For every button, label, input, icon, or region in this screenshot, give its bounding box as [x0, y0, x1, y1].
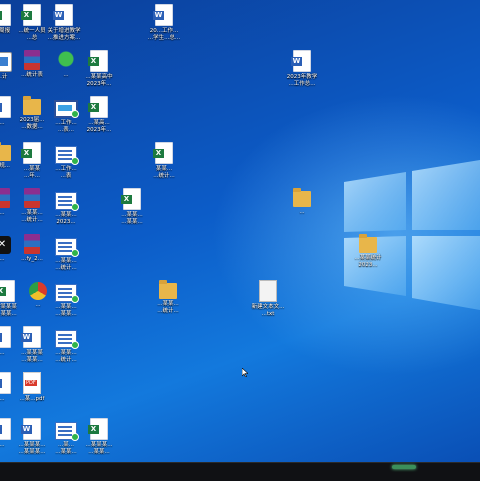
desktop-icon[interactable]: X ...某高... 2023年... — [75, 96, 123, 133]
desktop-icon[interactable]: ...某某... ...统计... — [42, 326, 90, 363]
desktop-screen: X...周报X...统一人员 ...总W关于增进教学 ...推进方案...W20… — [0, 0, 480, 462]
desktop-icon-label: ...某高... 2023年... — [86, 120, 112, 133]
desktop-icon-label: ...某某... ...统计... — [55, 258, 77, 271]
desktop-icon[interactable]: ...某...pdf — [8, 372, 56, 403]
text-file-icon — [244, 280, 292, 302]
desktop-icon[interactable]: X ...某某... ...某某... — [108, 188, 156, 225]
desktop-icon[interactable]: W 关于增进教学 ...推进方案... — [40, 4, 88, 41]
desktop-icon-label: ...某某... ...统计... — [55, 350, 77, 363]
excel-file-icon: X — [108, 188, 156, 210]
taskbar — [0, 462, 480, 481]
desktop-icon-label: 新建文本文... ...txt — [251, 304, 285, 317]
pdf-file-icon — [8, 372, 56, 394]
excel-file-icon: X — [75, 96, 123, 118]
spreadsheet-shortcut-icon — [42, 238, 90, 257]
word-file-icon: W — [278, 50, 326, 72]
desktop-icon[interactable]: X 某某... ...统计... — [140, 142, 188, 179]
desktop-icon-label: ...某某... 2023... — [55, 212, 77, 225]
excel-file-icon: X — [75, 418, 123, 440]
folder-icon — [278, 188, 326, 207]
desktop-icon[interactable]: ...某某... ...统计... — [144, 280, 192, 314]
desktop-icon-label: 20...工作... ...学生...总... — [147, 28, 181, 41]
word-file-icon: W — [40, 4, 88, 26]
word-file-icon: W — [140, 4, 188, 26]
desktop-icon[interactable]: ...工作... ...表 — [42, 142, 90, 179]
desktop-icon-label: ...某某高中 2023年... — [85, 74, 113, 87]
spreadsheet-shortcut-icon — [42, 284, 90, 303]
desktop-icon-label: ...工作... ...表 — [55, 166, 77, 179]
desktop-icon-label: ...某某某... ...某某... — [85, 442, 113, 455]
excel-file-icon: X — [75, 50, 123, 72]
desktop-icon-label: ... — [299, 209, 305, 215]
desktop-icon[interactable]: ...某某... ...统计... — [42, 234, 90, 271]
spreadsheet-shortcut-icon — [42, 192, 90, 211]
excel-file-icon: X — [140, 142, 188, 164]
desktop-icon-label: ...某某... ...某某... — [121, 212, 143, 225]
desktop-icon[interactable]: W 20...工作... ...学生...总... — [140, 4, 188, 41]
folder-icon — [344, 234, 392, 253]
desktop-icon[interactable]: X ...某某高中 2023年... — [75, 50, 123, 87]
desktop-icon[interactable]: X ...某某某... ...某某... — [75, 418, 123, 455]
desktop-icon-label: ...某某统计 2023... — [354, 255, 382, 268]
desktop-icon-label: 某某... ...统计... — [153, 166, 175, 179]
spreadsheet-shortcut-icon — [42, 146, 90, 165]
spreadsheet-shortcut-icon — [42, 330, 90, 349]
desktop-icon[interactable]: ...某某... 2023... — [42, 188, 90, 225]
desktop-icon[interactable]: 新建文本文... ...txt — [244, 280, 292, 317]
desktop-icon-label: 2023年教学 ...工作总... — [286, 74, 318, 87]
desktop-icon[interactable]: ... — [278, 188, 326, 216]
desktop-icon-label: ...某某... ...统计... — [157, 301, 179, 314]
desktop-icon-label: 关于增进教学 ...推进方案... — [47, 28, 81, 41]
taskbar-app-indicator[interactable] — [392, 465, 416, 469]
desktop-icon[interactable]: ...某某统计 2023... — [344, 234, 392, 268]
desktop-icon[interactable]: W 2023年教学 ...工作总... — [278, 50, 326, 87]
desktop-icon-label: ...某某... ...某某... — [55, 304, 77, 317]
desktop-icon[interactable]: ...某某... ...某某... — [42, 280, 90, 317]
folder-icon — [144, 280, 192, 299]
mouse-cursor-icon — [242, 368, 248, 377]
desktop-icon-label: ...某...pdf — [19, 396, 45, 402]
